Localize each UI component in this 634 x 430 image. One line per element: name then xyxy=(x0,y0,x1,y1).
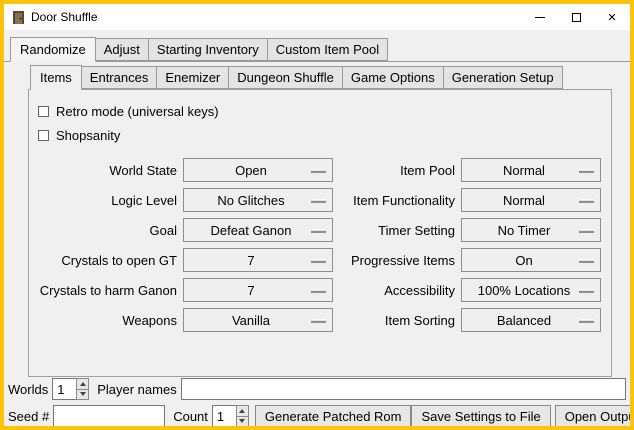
arrow-up-icon xyxy=(80,382,86,386)
save-settings-button[interactable]: Save Settings to File xyxy=(411,405,550,427)
options-grid: World State Open Item Pool Normal Logic … xyxy=(37,158,603,332)
worlds-row: Worlds Player names xyxy=(8,378,626,400)
count-label: Count xyxy=(173,409,208,424)
maximize-button[interactable] xyxy=(558,4,594,30)
player-names-input[interactable] xyxy=(181,378,626,400)
dropdown-indicator xyxy=(311,169,326,173)
timer-setting-dropdown[interactable]: No Timer xyxy=(461,218,601,242)
count-spinbox xyxy=(212,405,249,427)
minimize-button[interactable] xyxy=(522,4,558,30)
main-notebook-border xyxy=(4,61,630,62)
retro-mode-row: Retro mode (universal keys) xyxy=(37,101,603,121)
maximize-icon xyxy=(572,13,581,22)
tab-dungeon-shuffle[interactable]: Dungeon Shuffle xyxy=(228,66,343,89)
world-state-dropdown[interactable]: Open xyxy=(183,158,333,182)
window-controls: × xyxy=(522,4,630,30)
logic-level-label: Logic Level xyxy=(37,188,177,212)
count-spin-down[interactable] xyxy=(236,417,249,428)
seed-input[interactable] xyxy=(53,405,165,427)
tab-generation-setup[interactable]: Generation Setup xyxy=(443,66,563,89)
item-functionality-label: Item Functionality xyxy=(339,188,455,212)
goal-label: Goal xyxy=(37,218,177,242)
close-icon: × xyxy=(608,10,617,25)
dropdown-indicator xyxy=(311,229,326,233)
shopsanity-label: Shopsanity xyxy=(56,128,120,143)
timer-setting-label: Timer Setting xyxy=(339,218,455,242)
weapons-label: Weapons xyxy=(37,308,177,332)
item-pool-label: Item Pool xyxy=(339,158,455,182)
dropdown-indicator xyxy=(579,229,594,233)
retro-mode-checkbox[interactable] xyxy=(38,106,49,117)
retro-mode-label: Retro mode (universal keys) xyxy=(56,104,219,119)
items-pane: Retro mode (universal keys) Shopsanity W… xyxy=(28,89,612,377)
worlds-spin-down[interactable] xyxy=(76,390,89,401)
dropdown-indicator xyxy=(311,319,326,323)
item-sorting-dropdown[interactable]: Balanced xyxy=(461,308,601,332)
dropdown-indicator xyxy=(311,199,326,203)
tab-enemizer[interactable]: Enemizer xyxy=(156,66,229,89)
dropdown-indicator xyxy=(579,319,594,323)
tab-adjust[interactable]: Adjust xyxy=(95,38,149,61)
progressive-items-label: Progressive Items xyxy=(339,248,455,272)
dropdown-indicator xyxy=(579,289,594,293)
player-names-label: Player names xyxy=(97,382,176,397)
close-button[interactable]: × xyxy=(594,4,630,30)
accessibility-label: Accessibility xyxy=(339,278,455,302)
generate-patched-rom-button[interactable]: Generate Patched Rom xyxy=(255,405,412,427)
item-functionality-dropdown[interactable]: Normal xyxy=(461,188,601,212)
minimize-icon xyxy=(535,17,545,18)
dropdown-indicator xyxy=(311,259,326,263)
open-output-directory-button[interactable]: Open Output Directory xyxy=(555,405,634,427)
worlds-spinbox xyxy=(52,378,89,400)
seed-label: Seed # xyxy=(8,409,49,424)
inner-tabstrip: Items Entrances Enemizer Dungeon Shuffle… xyxy=(28,65,612,89)
tab-items[interactable]: Items xyxy=(30,65,82,90)
world-state-label: World State xyxy=(37,158,177,182)
tab-starting-inventory[interactable]: Starting Inventory xyxy=(148,38,268,61)
arrow-down-icon xyxy=(239,419,245,423)
tab-randomize[interactable]: Randomize xyxy=(10,37,96,62)
dropdown-indicator xyxy=(579,259,594,263)
dropdown-indicator xyxy=(579,199,594,203)
tab-game-options[interactable]: Game Options xyxy=(342,66,444,89)
shopsanity-row: Shopsanity xyxy=(37,125,603,145)
titlebar: Door Shuffle × xyxy=(4,4,630,30)
weapons-dropdown[interactable]: Vanilla xyxy=(183,308,333,332)
window-title: Door Shuffle xyxy=(31,10,98,24)
shopsanity-checkbox[interactable] xyxy=(38,130,49,141)
dropdown-indicator xyxy=(579,169,594,173)
count-input[interactable] xyxy=(212,405,236,427)
item-sorting-label: Item Sorting xyxy=(339,308,455,332)
goal-dropdown[interactable]: Defeat Ganon xyxy=(183,218,333,242)
count-spin-up[interactable] xyxy=(236,405,249,417)
logic-level-dropdown[interactable]: No Glitches xyxy=(183,188,333,212)
seed-row: Seed # Count Generate Patched Rom Save S… xyxy=(8,405,626,427)
arrow-up-icon xyxy=(239,409,245,413)
crystals-ganon-dropdown[interactable]: 7 xyxy=(183,278,333,302)
worlds-spin-up[interactable] xyxy=(76,378,89,390)
bottom-bar: Worlds Player names Seed # Count xyxy=(8,378,626,427)
progressive-items-dropdown[interactable]: On xyxy=(461,248,601,272)
app-icon xyxy=(11,10,25,24)
crystals-ganon-label: Crystals to harm Ganon xyxy=(37,278,177,302)
tab-entrances[interactable]: Entrances xyxy=(81,66,158,89)
accessibility-dropdown[interactable]: 100% Locations xyxy=(461,278,601,302)
arrow-down-icon xyxy=(80,392,86,396)
window-body: Randomize Adjust Starting Inventory Cust… xyxy=(4,37,630,430)
worlds-label: Worlds xyxy=(8,382,48,397)
main-tabstrip: Randomize Adjust Starting Inventory Cust… xyxy=(4,37,630,61)
worlds-input[interactable] xyxy=(52,378,76,400)
door-shuffle-window: Door Shuffle × Randomize Adjust Starting… xyxy=(0,0,634,430)
crystals-gt-label: Crystals to open GT xyxy=(37,248,177,272)
item-pool-dropdown[interactable]: Normal xyxy=(461,158,601,182)
tab-custom-item-pool[interactable]: Custom Item Pool xyxy=(267,38,388,61)
crystals-gt-dropdown[interactable]: 7 xyxy=(183,248,333,272)
dropdown-indicator xyxy=(311,289,326,293)
randomize-notebook: Items Entrances Enemizer Dungeon Shuffle… xyxy=(28,65,612,377)
